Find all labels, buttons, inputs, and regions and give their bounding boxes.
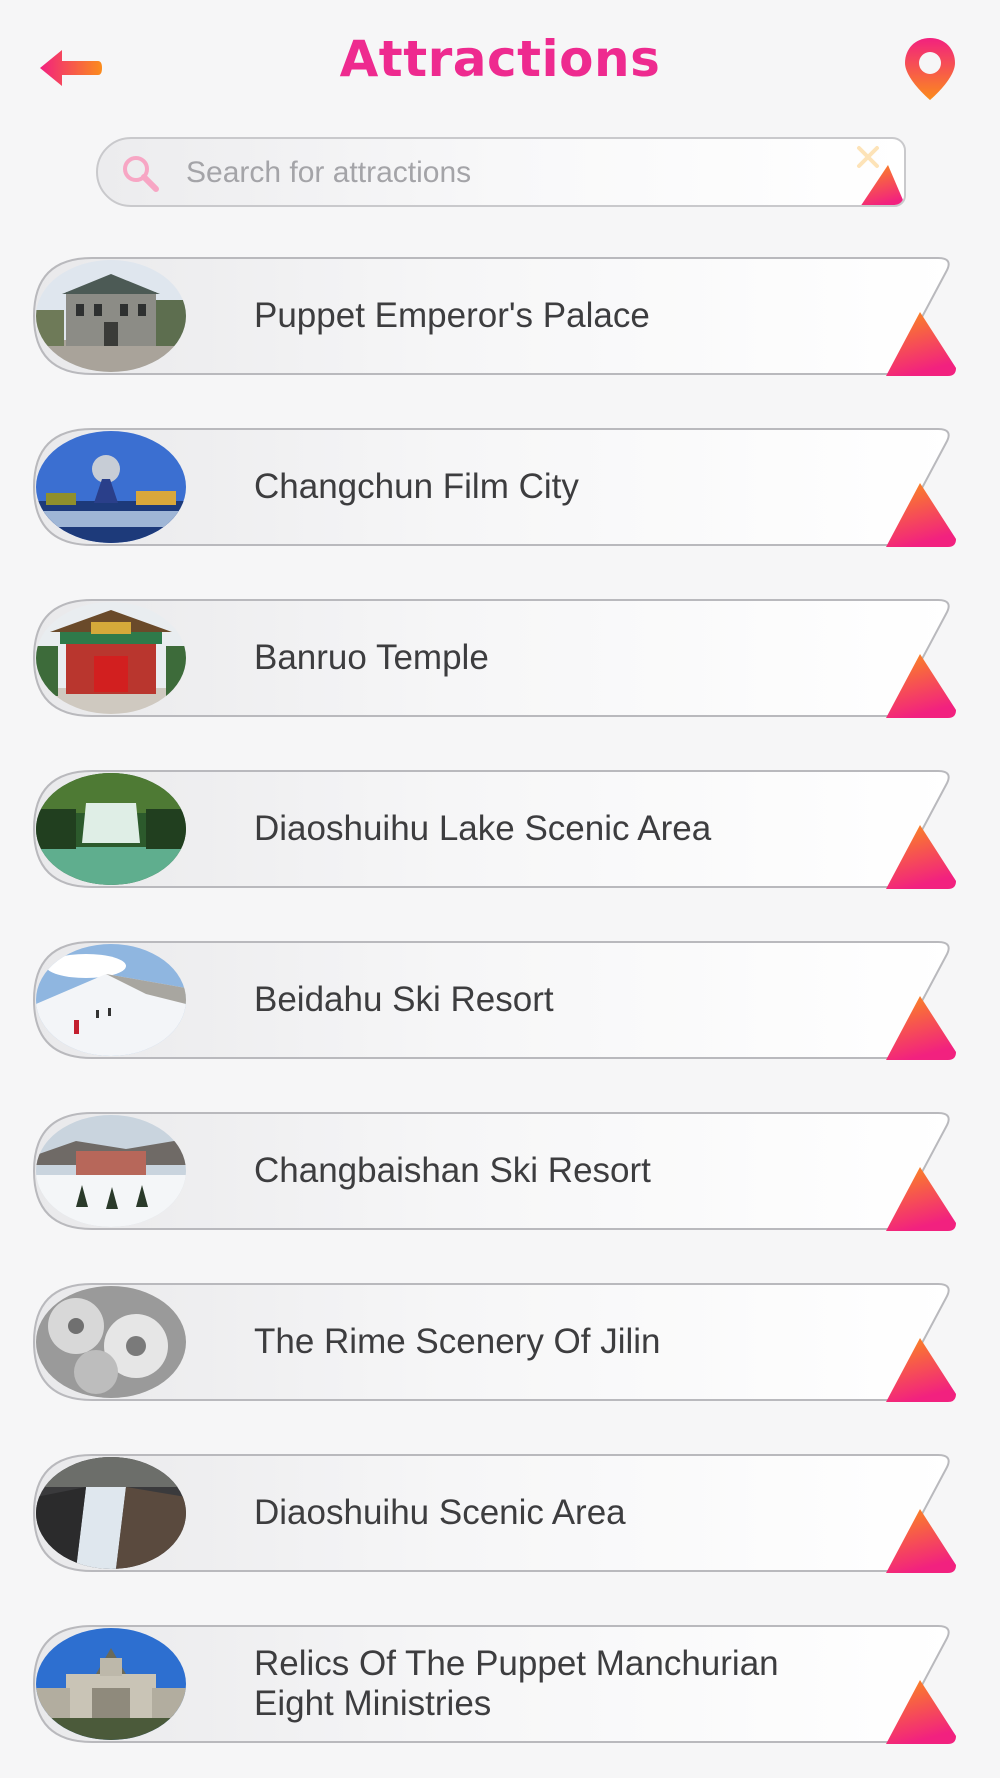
search-icon <box>123 156 159 192</box>
attraction-thumbnail <box>36 1286 186 1398</box>
attraction-name: Relics Of The Puppet Manchurian Eight Mi… <box>254 1644 779 1723</box>
list-item[interactable]: Changbaishan Ski Resort <box>32 1111 958 1231</box>
list-item[interactable]: Beidahu Ski Resort <box>32 940 958 1060</box>
list-item[interactable]: Diaoshuihu Scenic Area <box>32 1453 958 1573</box>
chevron-triangle-icon <box>886 654 956 718</box>
map-button[interactable] <box>902 36 958 102</box>
attraction-name: Beidahu Ski Resort <box>254 980 554 1019</box>
attraction-thumbnail <box>36 1628 186 1740</box>
attraction-name: Diaoshuihu Scenic Area <box>254 1493 626 1532</box>
list-item[interactable]: Puppet Emperor's Palace <box>32 256 958 376</box>
attraction-thumbnail <box>36 431 186 543</box>
attraction-thumbnail <box>36 1457 186 1569</box>
attraction-name: The Rime Scenery Of Jilin <box>254 1322 661 1361</box>
chevron-triangle-icon <box>886 312 956 376</box>
list-item[interactable]: Changchun Film City <box>32 427 958 547</box>
chevron-triangle-icon <box>886 483 956 547</box>
attraction-thumbnail <box>36 602 186 714</box>
attraction-name: Diaoshuihu Lake Scenic Area <box>254 809 712 848</box>
search-bar <box>96 137 906 207</box>
chevron-triangle-icon <box>886 1509 956 1573</box>
chevron-triangle-icon <box>886 996 956 1060</box>
map-pin-icon <box>905 38 955 100</box>
attraction-name: Banruo Temple <box>254 638 489 677</box>
attraction-thumbnail <box>36 1115 186 1227</box>
attraction-name: Puppet Emperor's Palace <box>254 296 650 335</box>
list-item[interactable]: Diaoshuihu Lake Scenic Area <box>32 769 958 889</box>
search-input[interactable] <box>184 139 828 205</box>
attraction-name: Changbaishan Ski Resort <box>254 1151 651 1190</box>
list-item[interactable]: Banruo Temple <box>32 598 958 718</box>
attraction-name: Changchun Film City <box>254 467 579 506</box>
corner-triangle-decoration <box>861 165 904 205</box>
attraction-thumbnail <box>36 944 186 1056</box>
list-item[interactable]: The Rime Scenery Of Jilin <box>32 1282 958 1402</box>
chevron-triangle-icon <box>886 1167 956 1231</box>
list-item[interactable]: Relics Of The Puppet Manchurian Eight Mi… <box>32 1624 958 1744</box>
chevron-triangle-icon <box>886 1338 956 1402</box>
attraction-thumbnail <box>36 773 186 885</box>
attraction-thumbnail <box>36 260 186 372</box>
chevron-triangle-icon <box>886 825 956 889</box>
page-title: Attractions <box>339 30 661 88</box>
app-header: Attractions <box>0 0 1000 130</box>
chevron-triangle-icon <box>886 1680 956 1744</box>
